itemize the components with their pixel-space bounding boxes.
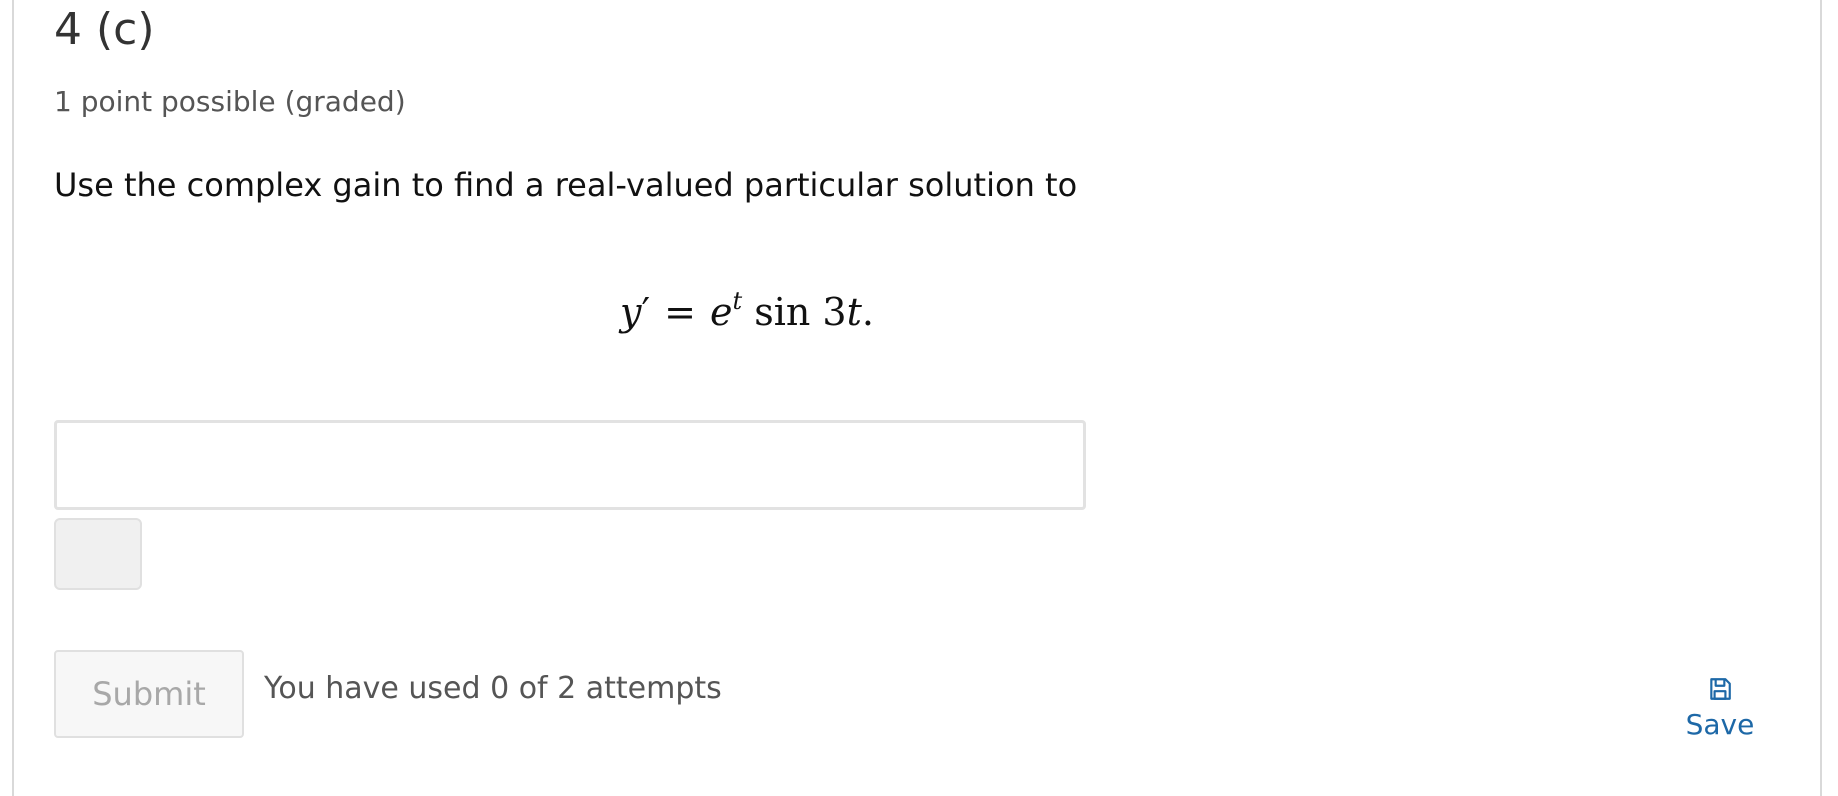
submit-button[interactable]: Submit [54, 650, 244, 738]
equation-equals: = [664, 290, 696, 334]
problem-prompt: Use the complex gain to find a real-valu… [54, 166, 1078, 204]
equation-var: t [846, 290, 862, 334]
equation-end: . [861, 290, 874, 334]
answer-preview [54, 518, 142, 590]
equation-base: e [709, 290, 733, 334]
problem-title: 4 (c) [54, 4, 155, 55]
equation-func: sin 3 [754, 290, 847, 334]
save-label: Save [1685, 708, 1755, 741]
save-button[interactable]: Save [1680, 676, 1760, 750]
answer-input[interactable] [54, 420, 1086, 510]
equation-exponent: t [732, 287, 743, 315]
equation: y′ = et sin 3t. [620, 287, 874, 337]
points-possible: 1 point possible (graded) [54, 85, 406, 118]
equation-lhs: y [620, 290, 642, 334]
equation-prime: ′ [641, 290, 651, 334]
floppy-disk-icon [1680, 676, 1760, 702]
attempts-status: You have used 0 of 2 attempts [264, 671, 722, 706]
